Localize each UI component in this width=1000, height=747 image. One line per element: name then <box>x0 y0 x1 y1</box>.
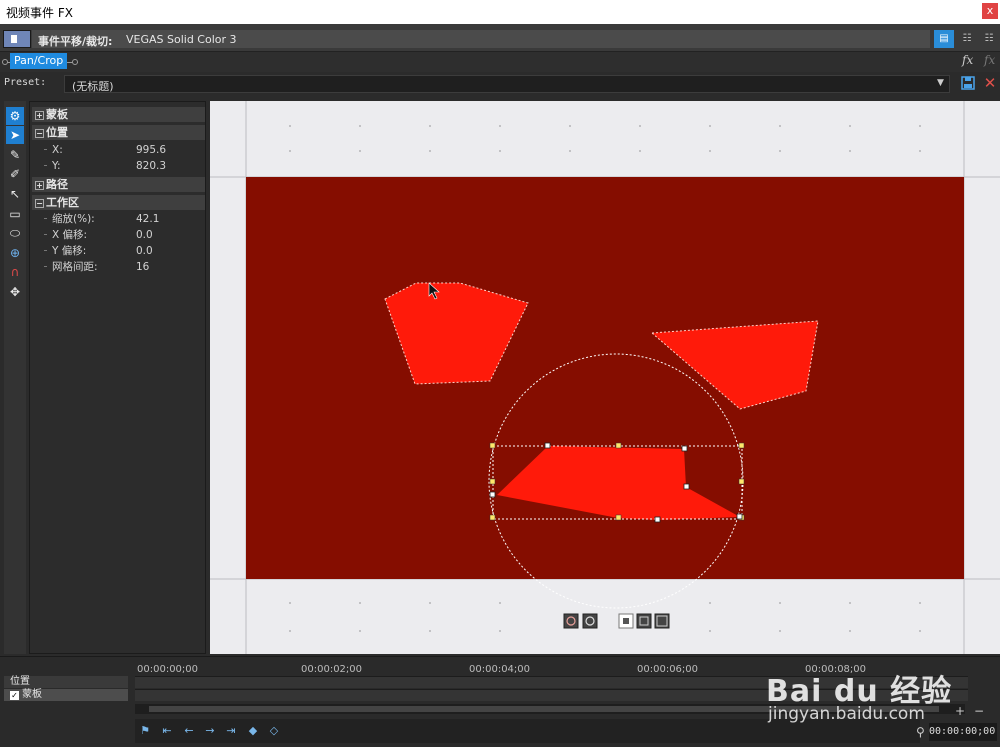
magnet-icon[interactable]: ∩ <box>6 263 24 281</box>
section-mask[interactable]: + 蒙板 <box>32 107 205 122</box>
plugin-pan-crop-button[interactable]: Pan/Crop <box>10 53 68 69</box>
pen-icon[interactable]: ✎ <box>6 146 24 164</box>
tick-label: 00:00:06;00 <box>637 664 699 675</box>
preset-label: Preset: <box>4 77 47 88</box>
ellipse-icon[interactable]: ⬭ <box>6 224 24 242</box>
move-icon[interactable]: ✥ <box>6 283 24 301</box>
checkbox-icon[interactable]: ✓ <box>10 691 19 700</box>
collapse-icon[interactable]: − <box>35 199 44 208</box>
expand-icon[interactable]: + <box>35 181 44 190</box>
tick-label: 00:00:04;00 <box>469 664 531 675</box>
pen-add-icon[interactable]: ✐ <box>6 165 24 183</box>
grid-dots-top <box>289 125 921 152</box>
chain-start-icon <box>2 59 8 65</box>
tick-label: 00:00:02;00 <box>301 664 363 675</box>
zoom-out-icon[interactable]: − <box>972 705 986 717</box>
save-preset-icon[interactable] <box>960 76 976 92</box>
title-bar: 视频事件 FX x <box>0 0 1000 24</box>
prop-row-y-offset[interactable]: Y 偏移: 0.0 <box>30 243 207 259</box>
video-frame <box>246 177 964 579</box>
watermark-url: jingyan.baidu.com <box>768 704 925 724</box>
canvas-drawing[interactable] <box>210 101 1000 654</box>
section-position[interactable]: − 位置 <box>32 125 205 140</box>
event-thumbnail-icon[interactable] <box>3 30 31 48</box>
tool-palette: ⚙ ➤ ✎ ✐ ↖ ▭ ⬭ ⊕ ∩ ✥ <box>4 101 26 654</box>
view-grid-icon[interactable]: ☷ <box>979 30 999 48</box>
prop-row-x-offset[interactable]: X 偏移: 0.0 <box>30 227 207 243</box>
chain-end-icon <box>72 59 78 65</box>
event-name: VEGAS Solid Color 3 <box>126 33 237 46</box>
track-position[interactable]: 位置 <box>4 676 128 688</box>
corner-icon[interactable]: ↖ <box>6 185 24 203</box>
prev-keyframe-icon[interactable]: ← <box>181 723 197 739</box>
prop-row-x[interactable]: X: 995.6 <box>30 142 207 158</box>
rectangle-icon[interactable]: ▭ <box>6 205 24 223</box>
preview-canvas[interactable] <box>210 101 1000 654</box>
section-path[interactable]: + 路径 <box>32 177 205 192</box>
chevron-down-icon[interactable]: ▼ <box>937 78 944 88</box>
fx-add-icon[interactable]: fx <box>962 53 973 67</box>
delete-preset-icon[interactable]: ✕ <box>982 74 998 92</box>
properties-panel: + 蒙板 − 位置 X: 995.6 Y: 820.3 + 路径 − 工作区 缩放(%): 4… <box>29 101 206 654</box>
first-keyframe-icon[interactable]: ⇤ <box>159 723 175 739</box>
grid-dots-bottom <box>289 602 921 632</box>
window-title: 视频事件 FX <box>6 6 73 20</box>
close-button[interactable]: x <box>982 3 998 19</box>
sync-cursor-icon[interactable]: ⚑ <box>137 723 153 739</box>
event-header: 事件平移/裁切: VEGAS Solid Color 3 ▤ ☷ ☷ <box>0 24 1000 52</box>
delete-keyframe-icon[interactable]: ◇ <box>266 723 282 739</box>
prop-row-y[interactable]: Y: 820.3 <box>30 158 207 174</box>
keyframe-timeline: 00:00:00;00 00:00:02;00 00:00:04;00 00:0… <box>0 656 1000 747</box>
pointer-icon[interactable]: ➤ <box>6 126 24 144</box>
zoom-icon[interactable]: ⊕ <box>6 244 24 262</box>
preset-value: (无标题) <box>72 80 114 93</box>
next-keyframe-icon[interactable]: → <box>202 723 218 739</box>
last-keyframe-icon[interactable]: ⇥ <box>223 723 239 739</box>
add-keyframe-icon[interactable]: ◆ <box>245 723 261 739</box>
zoom-in-icon[interactable]: + <box>953 705 967 717</box>
event-label: 事件平移/裁切: <box>38 35 113 48</box>
preset-dropdown[interactable] <box>64 75 950 93</box>
expand-icon[interactable]: + <box>35 111 44 120</box>
track-mask[interactable]: ✓ 蒙板 <box>4 689 128 701</box>
preset-row: Preset: (无标题) ▼ ✕ <box>0 73 1000 95</box>
view-compact-icon[interactable]: ▤ <box>934 30 954 48</box>
marker-icon[interactable]: ⚲ <box>916 725 925 739</box>
fx-chain: Pan/Crop fx fx <box>0 52 1000 72</box>
section-workspace[interactable]: − 工作区 <box>32 195 205 210</box>
tick-label: 00:00:00;00 <box>137 664 199 675</box>
track-list: 位置 ✓ 蒙板 <box>4 676 132 706</box>
gear-icon[interactable]: ⚙ <box>6 107 24 125</box>
view-list-icon[interactable]: ☷ <box>957 30 977 48</box>
collapse-icon[interactable]: − <box>35 129 44 138</box>
timecode-display: 00:00:00;00 <box>929 723 997 741</box>
prop-row-zoom[interactable]: 缩放(%): 42.1 <box>30 211 207 227</box>
canvas-controls <box>563 613 670 629</box>
prop-row-grid-spacing[interactable]: 网格间距: 16 <box>30 259 207 275</box>
fx-remove-icon[interactable]: fx <box>984 53 995 67</box>
